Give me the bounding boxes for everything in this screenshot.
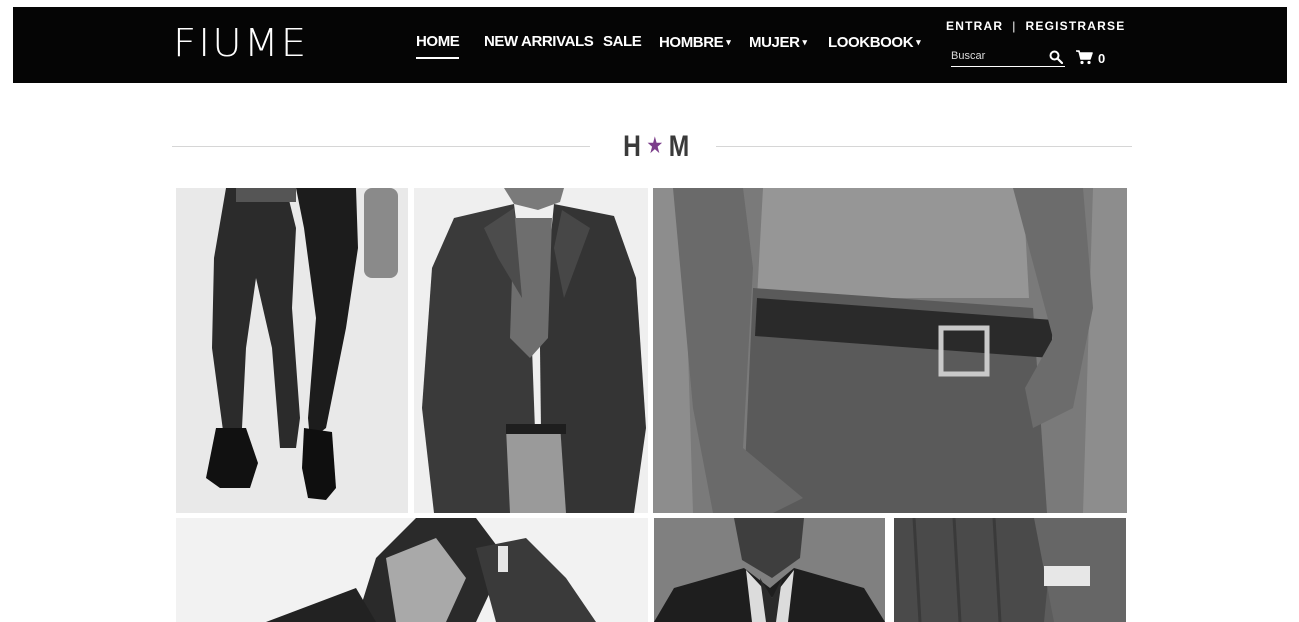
nav-hombre-label: HOMBRE ▾ bbox=[659, 34, 731, 51]
section-title: H ★ M bbox=[172, 128, 1132, 164]
photo-tile-jeans[interactable] bbox=[176, 188, 408, 513]
search-input[interactable] bbox=[951, 47, 1043, 65]
nav-hombre[interactable]: HOMBRE ▾ bbox=[659, 33, 731, 52]
page: FIUME HOME NEW ARRIVALS SALE HOMBRE ▾ MUJ… bbox=[0, 0, 1299, 622]
nav-mujer[interactable]: MUJER ▾ bbox=[749, 33, 807, 52]
nav-home-label: HOME bbox=[416, 33, 460, 50]
chevron-down-icon: ▾ bbox=[726, 37, 731, 47]
section-heading-right: M bbox=[668, 130, 691, 163]
register-link[interactable]: REGISTRARSE bbox=[1026, 19, 1126, 33]
cart-icon bbox=[1075, 49, 1093, 68]
nav-new-arrivals-label: NEW ARRIVALS bbox=[484, 33, 594, 50]
photo-tile-shirt[interactable] bbox=[894, 518, 1126, 622]
site-header: FIUME HOME NEW ARRIVALS SALE HOMBRE ▾ MUJ… bbox=[13, 7, 1287, 83]
title-divider-right bbox=[716, 146, 1132, 147]
chevron-down-icon: ▾ bbox=[916, 37, 921, 47]
photo-tile-coat[interactable] bbox=[414, 188, 648, 513]
nav-mujer-text: MUJER bbox=[749, 34, 800, 51]
nav-home[interactable]: HOME bbox=[416, 33, 460, 51]
nav-lookbook-label: LOOKBOOK ▾ bbox=[828, 34, 921, 51]
photo-tile-belt[interactable] bbox=[653, 188, 1127, 513]
nav-new-arrivals[interactable]: NEW ARRIVALS bbox=[484, 33, 594, 51]
nav-hombre-text: HOMBRE bbox=[659, 34, 724, 51]
section-heading: H ★ M bbox=[616, 128, 698, 165]
nav-sale[interactable]: SALE bbox=[603, 33, 642, 51]
nav-sale-label: SALE bbox=[603, 33, 642, 50]
search-box bbox=[951, 47, 1065, 67]
cart-count: 0 bbox=[1098, 51, 1106, 66]
star-icon: ★ bbox=[647, 135, 664, 157]
nav-lookbook[interactable]: LOOKBOOK ▾ bbox=[828, 33, 921, 52]
photo-tile-portrait[interactable] bbox=[176, 518, 648, 622]
title-divider-left bbox=[172, 146, 590, 147]
account-links: ENTRAR | REGISTRARSE bbox=[946, 19, 1125, 33]
nav-lookbook-text: LOOKBOOK bbox=[828, 34, 914, 51]
brand-logo[interactable]: FIUME bbox=[173, 23, 308, 63]
nav-mujer-label: MUJER ▾ bbox=[749, 34, 807, 51]
chevron-down-icon: ▾ bbox=[802, 37, 808, 47]
account-separator: | bbox=[1012, 19, 1017, 33]
login-link[interactable]: ENTRAR bbox=[946, 19, 1003, 33]
section-heading-left: H bbox=[623, 130, 643, 163]
search-icon[interactable] bbox=[1049, 50, 1064, 65]
cart-button[interactable]: 0 bbox=[1075, 49, 1105, 68]
photo-tile-blazer[interactable] bbox=[654, 518, 885, 622]
